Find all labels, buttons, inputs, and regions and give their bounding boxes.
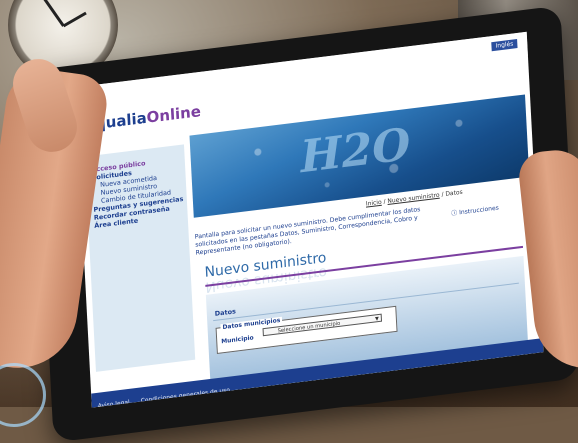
municipio-label: Municipio: [221, 334, 254, 346]
instructions-link[interactable]: ⓘ Instrucciones: [451, 203, 499, 218]
breadcrumb-datos: Datos: [445, 188, 463, 198]
water-banner: H2O: [189, 94, 530, 218]
instructions-label: Instrucciones: [458, 204, 499, 217]
clock-minute-hand: [62, 11, 87, 28]
breadcrumb-inicio[interactable]: Inicio: [366, 199, 382, 208]
clock-hour-hand: [42, 0, 65, 27]
breadcrumb-nuevo-suministro[interactable]: Nuevo suministro: [387, 192, 439, 205]
footer-conditions-link[interactable]: Condiciones generales de uso: [141, 387, 231, 405]
municipio-select-value: Seleccione un municipio: [277, 320, 341, 335]
section-label-datos: Datos: [214, 307, 237, 318]
footer-legal-link[interactable]: Aviso legal: [98, 399, 130, 408]
tablet-device: Inglés aqualiaOnline Acceso público Soli…: [34, 5, 578, 443]
fieldset-datos-municipios: Datos municipios Municipio Seleccione un…: [215, 305, 398, 354]
sidebar-nav: Acceso público Solicitudes Nueva acometi…: [84, 144, 196, 372]
chevron-down-icon: ▼: [374, 315, 380, 323]
tablet-screen: Inglés aqualiaOnline Acceso público Soli…: [75, 31, 544, 408]
logo-part2: Online: [146, 102, 202, 127]
language-button[interactable]: Inglés: [491, 39, 518, 52]
